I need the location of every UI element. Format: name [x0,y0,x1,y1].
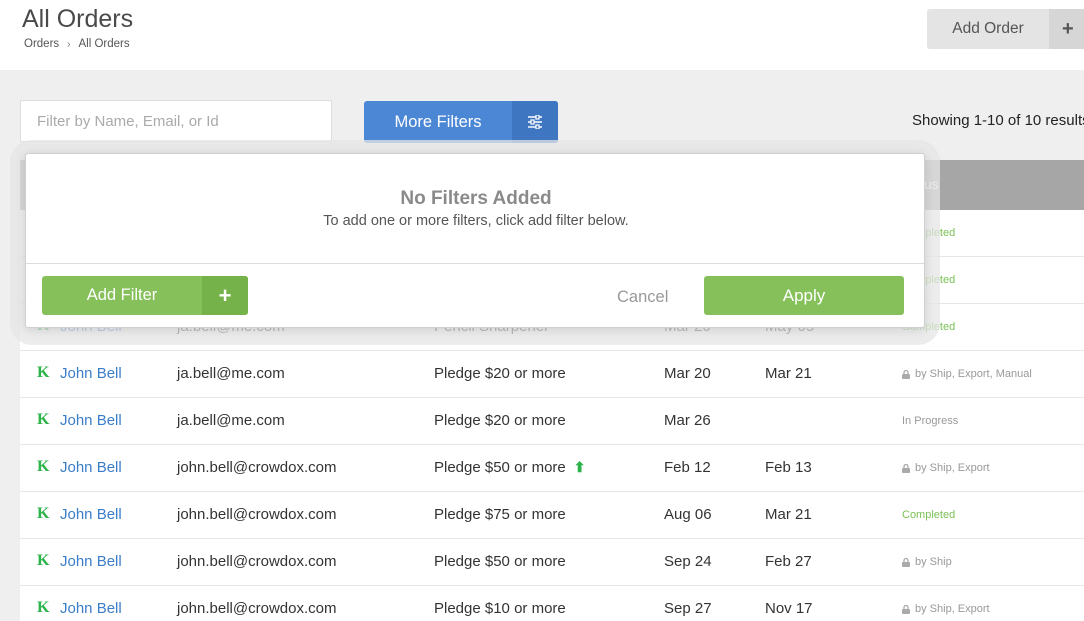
ship-date: Mar 21 [765,365,812,382]
page-title: All Orders [22,5,134,33]
add-filter-label: Add Filter [86,286,158,304]
results-count: Showing 1-10 of 10 results [912,112,1084,129]
add-order-button[interactable]: Add Order + [927,9,1084,49]
status-badge: by Ship, Export [902,603,990,615]
reward-name: Pledge $50 or more [434,553,566,570]
status-text: by Ship, Export [915,462,990,474]
breadcrumb-all-orders: All Orders [78,38,130,50]
add-order-label: Add Order [952,20,1024,37]
customer-name-link[interactable]: John Bell [60,412,122,429]
modal-subtitle: To add one or more filters, click add fi… [323,213,629,229]
table-row[interactable]: K John Bell john.bell@crowdox.com Pledge $7… [20,492,1084,539]
plus-icon: + [1049,9,1084,49]
customer-name-link[interactable]: John Bell [60,553,122,570]
reward-name: Pledge $20 or more [434,412,566,429]
ship-date: Feb 13 [765,459,812,476]
arrow-up-icon: ⬆ [573,459,586,475]
filters-modal: No Filters Added To add one or more filt… [25,153,925,328]
table-row[interactable]: K John Bell ja.bell@me.com Pledge $20 or mo… [20,351,1084,398]
status-badge: by Ship [902,556,952,568]
lock-icon [902,463,910,473]
customer-name-link[interactable]: John Bell [60,459,122,476]
more-filters-label: More Filters [394,112,482,131]
page-header: All Orders Orders › All Orders Add Order… [0,0,1084,70]
search-input[interactable] [20,100,332,142]
customer-email: ja.bell@me.com [177,365,285,382]
reward-cell: Pledge $20 or more [434,412,566,429]
apply-button[interactable]: Apply [704,276,904,315]
customer-email: ja.bell@me.com [177,412,285,429]
modal-title: No Filters Added [400,188,552,209]
order-date: Mar 26 [664,412,711,429]
customer-email: john.bell@crowdox.com [177,459,337,476]
ship-date: Nov 17 [765,600,813,617]
kickstarter-icon: K [37,552,50,569]
status-text: by Ship, Export, Manual [915,368,1032,380]
order-date: Sep 24 [664,553,712,570]
status-badge: by Ship, Export, Manual [902,368,1032,380]
kickstarter-icon: K [37,599,50,616]
status-badge: by Ship, Export [902,462,990,474]
table-row[interactable]: K John Bell john.bell@crowdox.com Pledge $5… [20,539,1084,586]
reward-cell: Pledge $10 or more [434,600,566,617]
status-text: In Progress [902,415,959,427]
ship-date: Feb 27 [765,553,812,570]
kickstarter-icon: K [37,458,50,475]
more-filters-button[interactable]: More Filters [364,101,558,143]
table-row[interactable]: K John Bell john.bell@crowdox.com Pledge $1… [20,586,1084,621]
kickstarter-icon: K [37,364,50,381]
reward-name: Pledge $50 or more [434,459,566,476]
lock-icon [902,604,910,614]
order-date: Aug 06 [664,506,712,523]
order-date: Sep 27 [664,600,712,617]
reward-cell: Pledge $20 or more [434,365,566,382]
chevron-right-icon: › [67,38,71,50]
order-date: Mar 20 [664,365,711,382]
breadcrumb-orders[interactable]: Orders [24,38,59,50]
customer-name-link[interactable]: John Bell [60,506,122,523]
customer-name-link[interactable]: John Bell [60,600,122,617]
cancel-button[interactable]: Cancel [617,288,668,307]
customer-email: john.bell@crowdox.com [177,506,337,523]
reward-name: Pledge $75 or more [434,506,566,523]
add-filter-button[interactable]: Add Filter + [42,276,248,315]
kickstarter-icon: K [37,505,50,522]
table-row[interactable]: K John Bell ja.bell@me.com Pledge $20 or mo… [20,398,1084,445]
reward-name: Pledge $10 or more [434,600,566,617]
ship-date: Mar 21 [765,506,812,523]
status-text: by Ship, Export [915,603,990,615]
reward-cell: Pledge $50 or more ⬆ [434,459,585,476]
order-date: Feb 12 [664,459,711,476]
plus-icon: + [202,276,248,315]
status-text: by Ship [915,556,952,568]
status-text: Completed [902,509,956,521]
status-badge: Completed [902,509,955,521]
sliders-icon [512,101,558,143]
lock-icon [902,557,910,567]
table-row[interactable]: K John Bell john.bell@crowdox.com Pledge $5… [20,445,1084,492]
reward-name: Pledge $20 or more [434,365,566,382]
reward-cell: Pledge $50 or more [434,553,566,570]
customer-email: john.bell@crowdox.com [177,553,337,570]
breadcrumb: Orders › All Orders [24,38,130,50]
kickstarter-icon: K [37,411,50,428]
status-badge: In Progress [902,415,958,427]
reward-cell: Pledge $75 or more [434,506,566,523]
customer-name-link[interactable]: John Bell [60,365,122,382]
lock-icon [902,369,910,379]
customer-email: john.bell@crowdox.com [177,600,337,617]
modal-divider [26,263,924,264]
